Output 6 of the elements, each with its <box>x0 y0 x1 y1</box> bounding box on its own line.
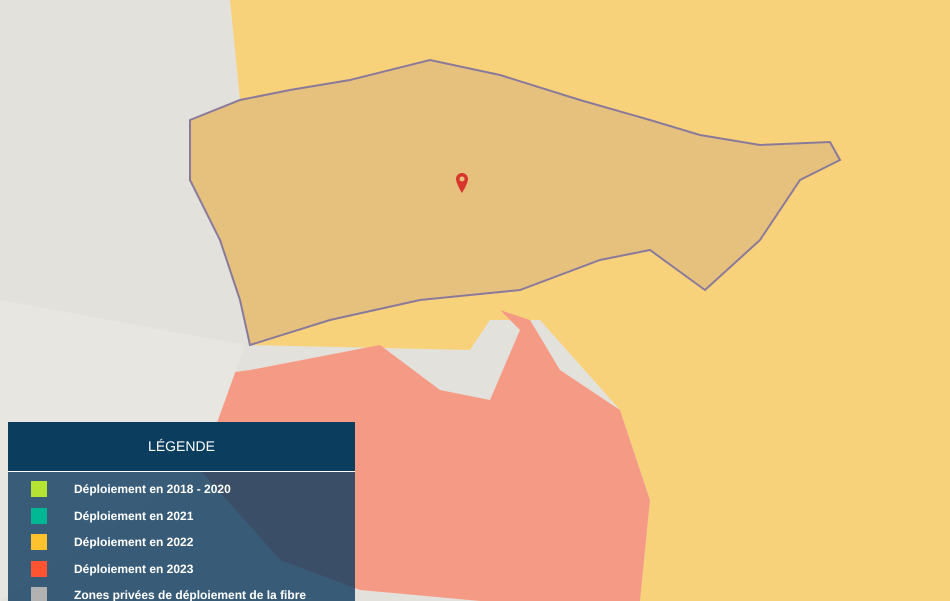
legend-label: Déploiement en 2022 <box>74 534 194 551</box>
location-pin-icon <box>456 173 468 193</box>
legend-label: Déploiement en 2023 <box>74 560 194 578</box>
legend-label: Déploiement en 2021 <box>74 508 194 524</box>
legend-title: LÉGENDE <box>148 437 215 456</box>
legend-label: Déploiement en 2018 - 2020 <box>74 481 231 498</box>
